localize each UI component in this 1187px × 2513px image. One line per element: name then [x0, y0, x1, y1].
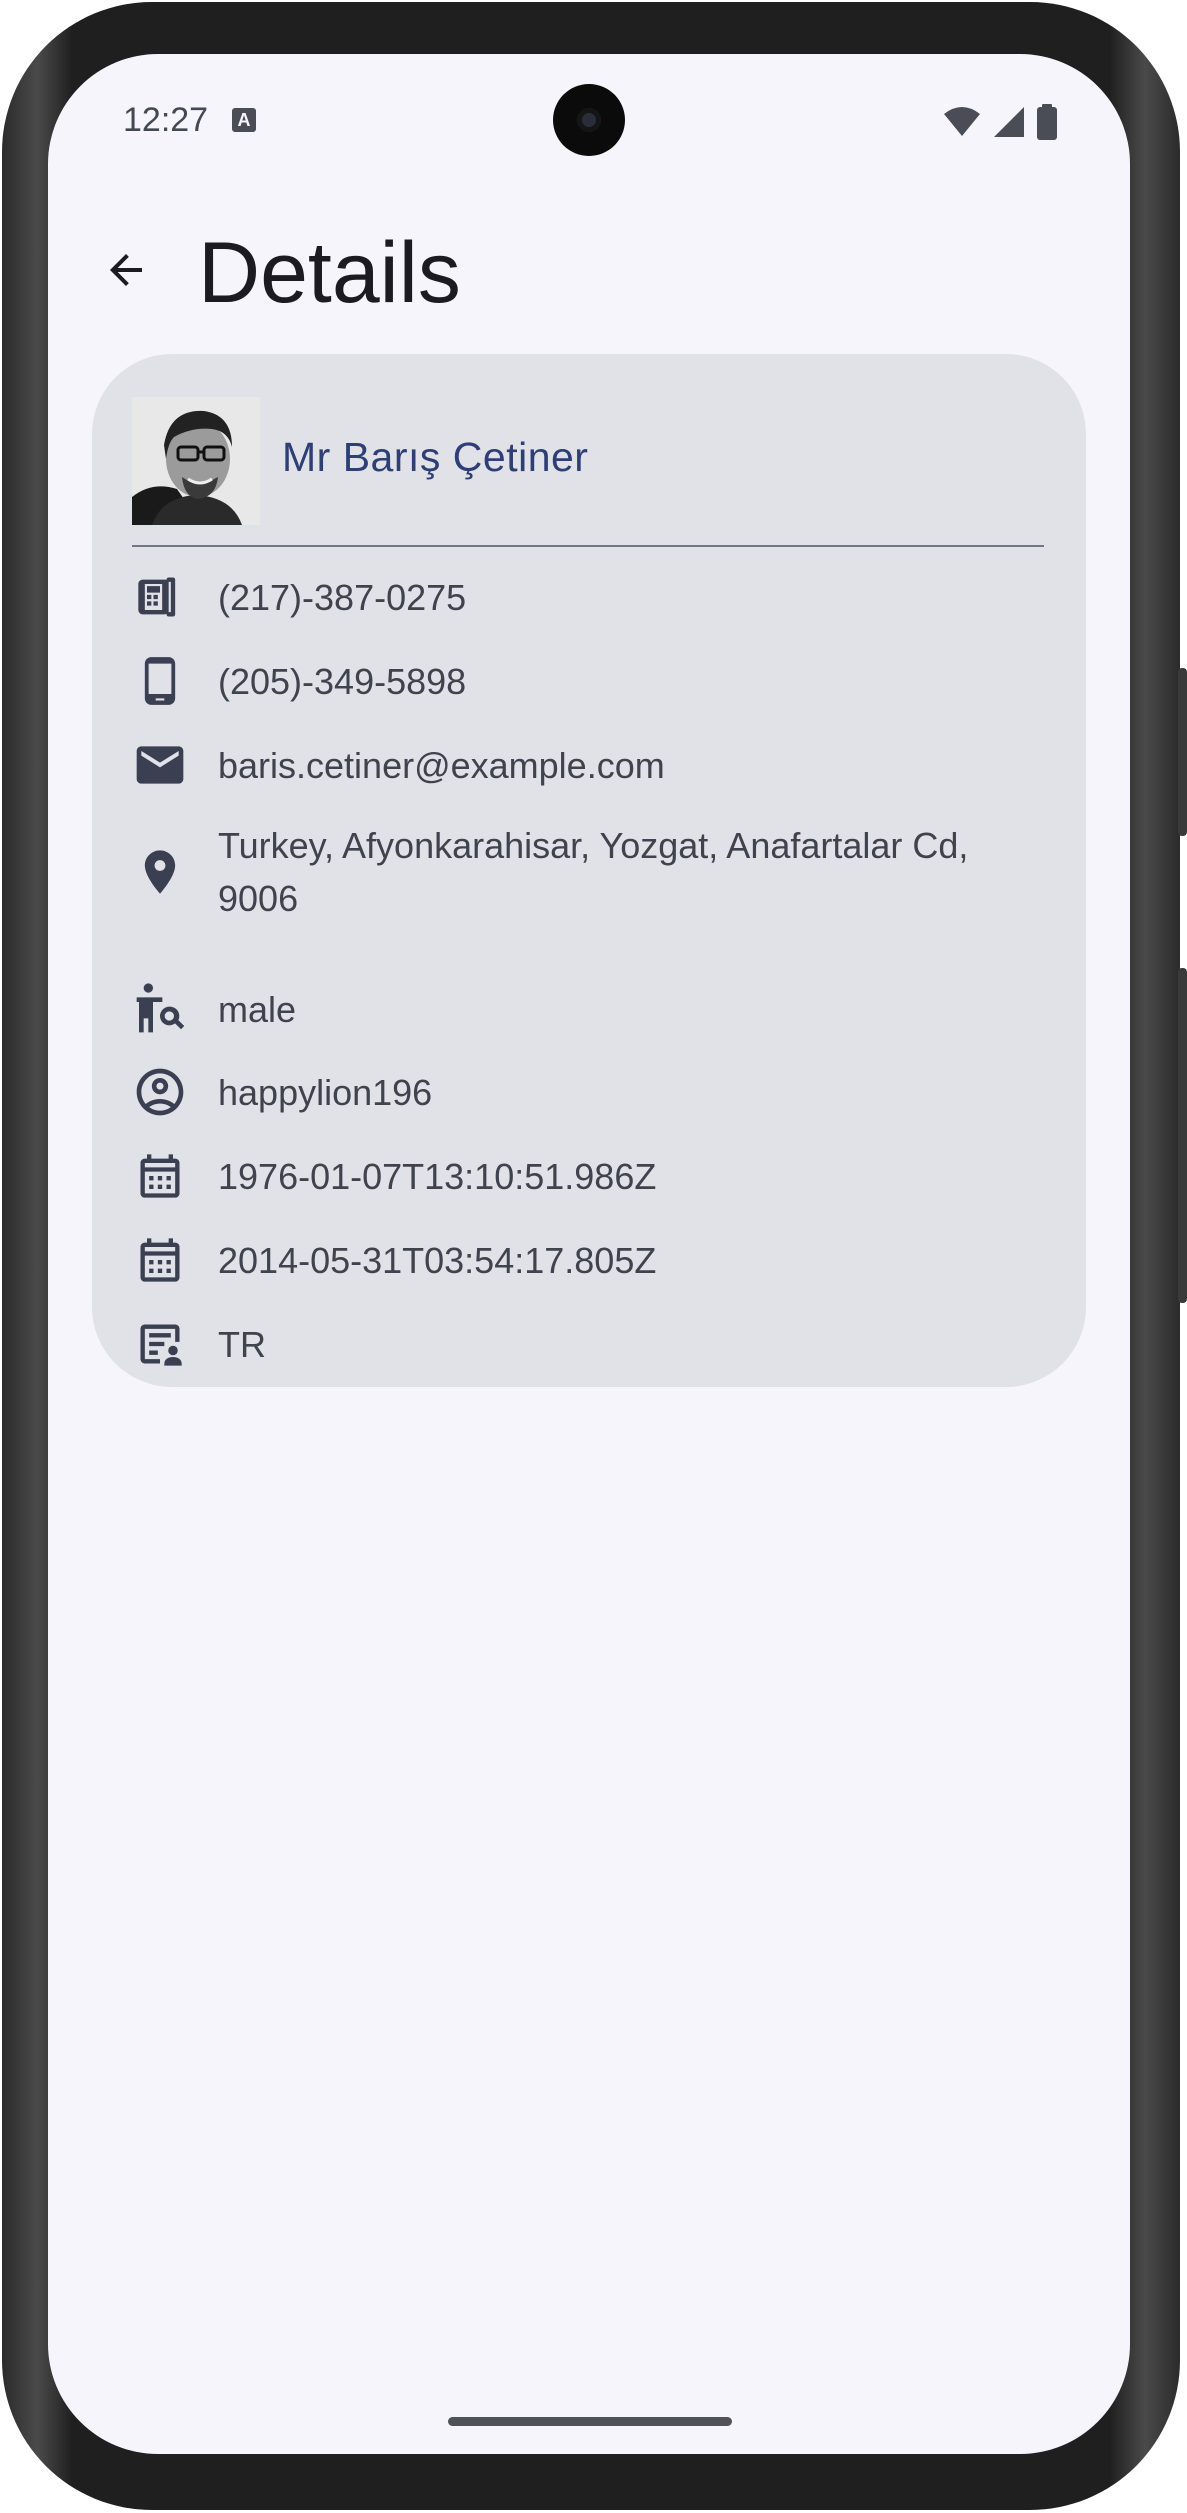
address-value: Turkey, Afyonkarahisar, Yozgat, Anafarta…	[218, 825, 969, 919]
a-icon: A	[232, 108, 256, 132]
email-value: baris.cetiner@example.com	[218, 744, 665, 786]
field-email[interactable]: baris.cetiner@example.com	[132, 737, 1044, 793]
home-indicator[interactable]	[448, 2417, 732, 2426]
page-title: Details	[198, 225, 461, 321]
field-dob[interactable]: 1976-01-07T13:10:51.986Z	[132, 1148, 1044, 1204]
location-pin-icon	[132, 844, 188, 900]
calendar-icon	[132, 1232, 188, 1288]
field-registered[interactable]: 2014-05-31T03:54:17.805Z	[132, 1232, 1044, 1288]
field-office-phone[interactable]: (217)-387-0275	[132, 569, 1044, 625]
field-username[interactable]: happylion196	[132, 1064, 1044, 1120]
dob-value: 1976-01-07T13:10:51.986Z	[218, 1155, 657, 1197]
arrow-back-icon	[110, 254, 142, 286]
mobile-phone-icon	[132, 653, 188, 709]
field-address[interactable]: Turkey, Afyonkarahisar, Yozgat, Anafarta…	[132, 819, 1044, 925]
field-mobile-phone[interactable]: (205)-349-5898	[132, 653, 1044, 709]
mail-icon	[132, 737, 188, 793]
volume-button	[1178, 668, 1187, 836]
screen: 12:27 A Details Mr Barış Çetiner (217)-3…	[48, 54, 1130, 2454]
registered-value: 2014-05-31T03:54:17.805Z	[218, 1239, 657, 1281]
id-card-icon	[132, 1316, 188, 1372]
phone-office-icon	[132, 569, 188, 625]
status-time: 12:27	[123, 101, 209, 139]
field-gender[interactable]: male	[132, 981, 1044, 1037]
account-circle-icon	[132, 1064, 188, 1120]
signal-icon	[994, 107, 1024, 137]
status-icons	[942, 104, 1058, 140]
field-nationality[interactable]: TR	[132, 1316, 1044, 1372]
office-phone-value: (217)-387-0275	[218, 576, 467, 618]
gender-search-icon	[132, 981, 188, 1037]
back-button[interactable]	[90, 234, 162, 306]
avatar	[132, 397, 260, 525]
nationality-value: TR	[218, 1323, 266, 1365]
divider	[132, 545, 1044, 547]
mobile-phone-value: (205)-349-5898	[218, 660, 467, 702]
username-value: happylion196	[218, 1071, 433, 1113]
battery-icon	[1037, 104, 1057, 140]
calendar-icon	[132, 1148, 188, 1204]
wifi-icon	[944, 107, 980, 136]
power-button	[1178, 968, 1187, 1303]
front-camera	[553, 84, 625, 156]
gender-value: male	[218, 988, 297, 1030]
contact-name: Mr Barış Çetiner	[282, 434, 589, 480]
